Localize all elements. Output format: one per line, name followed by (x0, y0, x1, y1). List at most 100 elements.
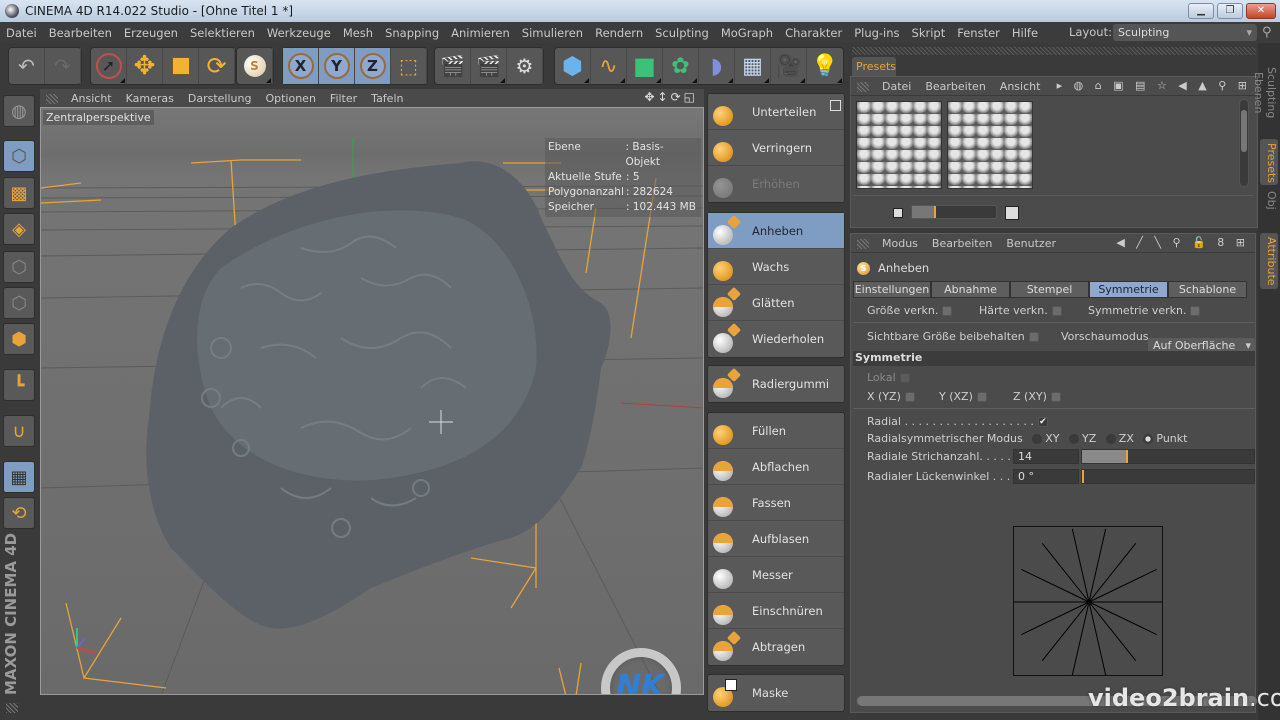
tab-symmetrie[interactable]: Symmetrie (1089, 281, 1168, 298)
brush-wiederholen[interactable]: Wiederholen (708, 321, 844, 357)
menu-selektieren[interactable]: Selektieren (184, 26, 261, 40)
coordinate-system-icon[interactable]: ⬚ (391, 48, 427, 84)
workplane-align-icon[interactable]: ⟲ (3, 497, 35, 529)
brush-einschnueren[interactable]: Einschnüren (708, 593, 844, 629)
brush-glaetten[interactable]: Glätten (708, 285, 844, 321)
workplane-lock-icon[interactable]: ▦ (3, 461, 35, 493)
keep-visible-size-checkbox[interactable] (1028, 332, 1039, 342)
link-symmetry-checkbox[interactable] (1190, 306, 1201, 316)
move-icon[interactable]: ✥ (127, 48, 163, 84)
axis-y-checkbox[interactable] (976, 392, 987, 402)
side-tab-sculpting-ebenen[interactable]: Sculpting Ebenen (1252, 43, 1278, 143)
axis-mode-icon[interactable]: ┗ (3, 369, 35, 401)
workplane-mode-icon[interactable]: ◈ (3, 213, 35, 245)
menu-rendern[interactable]: Rendern (589, 26, 649, 40)
menu-charakter[interactable]: Charakter (779, 26, 848, 40)
link-hardness-checkbox[interactable] (1051, 306, 1062, 316)
menu-datei[interactable]: Datei (0, 26, 43, 40)
menu-sculpting[interactable]: Sculpting (649, 26, 715, 40)
deformer-icon[interactable]: ◗ (699, 48, 735, 84)
restore-button[interactable]: ❐ (1217, 3, 1243, 19)
scale-icon[interactable] (163, 48, 199, 84)
viewport-menu-kameras[interactable]: Kameras (119, 92, 181, 105)
viewport-menu-optionen[interactable]: Optionen (258, 92, 322, 105)
brush-verringern[interactable]: Verringern (708, 130, 844, 166)
polygons-mode-icon[interactable]: ⬢ (3, 323, 35, 355)
brush-fassen[interactable]: Fassen (708, 485, 844, 521)
render-settings-icon[interactable]: ⚙ (507, 48, 543, 84)
attributes-nav-icons[interactable]: ◀ ╱ ╲ ⚲ 🔓 8 ⊞ (1116, 236, 1249, 249)
preset-thumbnail[interactable] (856, 101, 942, 189)
close-button[interactable]: ✕ (1246, 3, 1276, 19)
brush-messer[interactable]: Messer (708, 557, 844, 593)
3d-viewport[interactable]: Zentralperspektive Ebene: Basis-Objekt A… (40, 107, 704, 695)
axis-z-checkbox[interactable] (1050, 392, 1061, 402)
edges-mode-icon[interactable]: ⬡ (3, 287, 35, 319)
camera-icon[interactable]: 🎥 (771, 48, 807, 84)
presets-tab[interactable]: Presets (852, 57, 896, 76)
spline-pen-icon[interactable]: ∿ (591, 48, 627, 84)
viewport-menu-tafeln[interactable]: Tafeln (364, 92, 410, 105)
viewport-menu-darstellung[interactable]: Darstellung (181, 92, 259, 105)
cube-icon[interactable]: ⬢ (555, 48, 591, 84)
menu-simulieren[interactable]: Simulieren (516, 26, 589, 40)
preset-thumbnail[interactable] (947, 101, 1033, 189)
menu-werkzeuge[interactable]: Werkzeuge (261, 26, 337, 40)
presets-nav-icons[interactable]: ▸ ◍ ⌂ ▣ ▤ ☆ ◀ ▲ ⚲ ⊞ (1057, 79, 1251, 92)
brush-abflachen[interactable]: Abflachen (708, 449, 844, 485)
viewport-nav-icons[interactable]: ✥↕⟳◱ (644, 90, 698, 104)
brush-anheben[interactable]: Anheben (708, 213, 844, 249)
radial-mode-punkt-radio[interactable] (1143, 434, 1154, 444)
light-icon[interactable]: 💡 (807, 48, 843, 84)
brush-maske[interactable]: Maske (708, 675, 844, 711)
tab-abnahme[interactable]: Abnahme (931, 281, 1010, 298)
menu-erzeugen[interactable]: Erzeugen (118, 26, 184, 40)
stroke-count-slider[interactable] (1081, 449, 1255, 464)
menu-plugins[interactable]: Plug-ins (848, 26, 905, 40)
panel-grip-icon[interactable] (46, 94, 58, 104)
make-editable-icon[interactable]: ◍ (3, 95, 35, 127)
menu-bearbeiten[interactable]: Bearbeiten (43, 26, 118, 40)
menu-snapping[interactable]: Snapping (379, 26, 445, 40)
x-axis-lock-icon[interactable]: X (283, 48, 319, 84)
panel-grip-icon[interactable] (857, 82, 869, 92)
radial-mode-yz-radio[interactable] (1069, 434, 1080, 444)
menu-mograph[interactable]: MoGraph (715, 26, 779, 40)
render-view-icon[interactable]: 🎬 (435, 48, 471, 84)
presets-menu-datei[interactable]: Datei (875, 80, 918, 93)
menu-hilfe[interactable]: Hilfe (1006, 26, 1044, 40)
floor-icon[interactable]: ▦ (735, 48, 771, 84)
camera-label[interactable]: Zentralperspektive (43, 110, 154, 125)
large-thumb-icon[interactable] (1005, 206, 1019, 220)
snap-magnet-icon[interactable]: ∪ (3, 415, 35, 447)
menu-skript[interactable]: Skript (906, 26, 952, 40)
menu-animieren[interactable]: Animieren (445, 26, 516, 40)
presets-menu-ansicht[interactable]: Ansicht (993, 80, 1048, 93)
brush-radiergummi[interactable]: Radiergummi (708, 366, 844, 402)
texture-mode-icon[interactable]: ▩ (3, 177, 35, 209)
attributes-menu-modus[interactable]: Modus (875, 237, 925, 250)
radial-checkbox[interactable]: ✔ (1037, 417, 1048, 427)
render-picture-viewer-icon[interactable]: 🎬 (471, 48, 507, 84)
rotate-icon[interactable]: ⟳ (199, 48, 235, 84)
undo-icon[interactable]: ↶ (9, 48, 45, 84)
brush-abtragen[interactable]: Abtragen (708, 629, 844, 665)
link-size-checkbox[interactable] (942, 306, 953, 316)
panel-grip-icon[interactable] (857, 239, 869, 249)
presets-scrollbar[interactable] (1239, 99, 1249, 187)
attributes-menu-bearbeiten[interactable]: Bearbeiten (925, 237, 999, 250)
menu-mesh[interactable]: Mesh (337, 26, 379, 40)
side-tab-attribute[interactable]: Attribute (1260, 233, 1278, 289)
tab-stempel[interactable]: Stempel (1010, 281, 1089, 298)
brush-unterteilen[interactable]: Unterteilen (708, 94, 844, 130)
menu-fenster[interactable]: Fenster (951, 26, 1006, 40)
redo-icon[interactable]: ↷ (45, 48, 81, 84)
radial-mode-zx-radio[interactable] (1105, 434, 1116, 444)
side-tab-presets[interactable]: Presets (1260, 139, 1278, 185)
brush-wachs[interactable]: Wachs (708, 249, 844, 285)
brush-aufblasen[interactable]: Aufblasen (708, 521, 844, 557)
minimize-button[interactable]: ▁ (1188, 3, 1214, 19)
section-header-symmetrie[interactable]: Symmetrie (853, 351, 1255, 366)
nurbs-icon[interactable]: ■ (627, 48, 663, 84)
radial-mode-xy-radio[interactable] (1032, 434, 1043, 444)
